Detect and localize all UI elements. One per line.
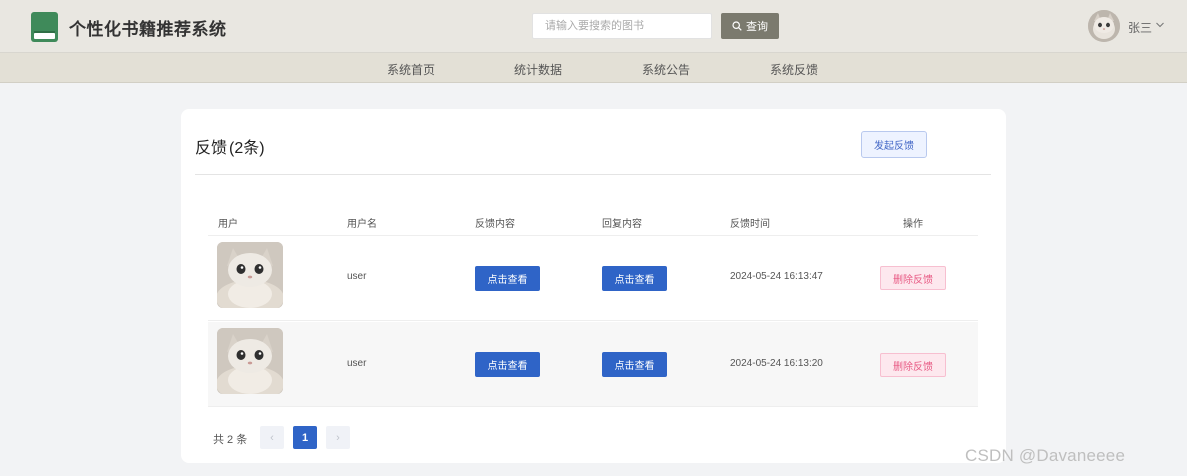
view-content-button[interactable]: 点击查看	[475, 266, 540, 291]
user-avatar[interactable]	[1088, 10, 1120, 42]
watermark: CSDN @Davaneeee	[965, 446, 1126, 465]
column-header-reply: 回复内容	[602, 219, 642, 230]
pagination-total: 共 2 条	[213, 434, 248, 446]
pagination-page-1[interactable]: 1	[293, 426, 317, 449]
new-feedback-button[interactable]: 发起反馈	[861, 131, 927, 158]
nav-item-announcements[interactable]: 系统公告	[642, 61, 690, 78]
feedback-count: (2条)	[229, 140, 265, 157]
username-cell: user	[347, 271, 367, 282]
search-button-label: 查询	[746, 21, 768, 33]
row-divider	[208, 320, 978, 321]
table-row: user 点击查看 点击查看 2024-05-24 16:13:47 删除反馈	[208, 236, 978, 321]
main-nav: 系统首页 统计数据 系统公告 系统反馈	[0, 53, 1187, 83]
column-header-user: 用户	[218, 219, 238, 230]
book-logo-icon	[31, 12, 58, 42]
chevron-down-icon[interactable]	[1155, 20, 1165, 30]
time-cell: 2024-05-24 16:13:20	[730, 358, 823, 369]
nav-item-statistics[interactable]: 统计数据	[514, 61, 562, 78]
user-avatar-image	[217, 242, 283, 308]
app-title: 个性化书籍推荐系统	[69, 20, 227, 39]
feedback-card: 反馈(2条) 发起反馈 用户 用户名 反馈内容 回复内容 反馈时间 操作 us	[181, 109, 1006, 463]
page-title-text: 反馈	[195, 140, 228, 157]
view-reply-button[interactable]: 点击查看	[602, 352, 667, 377]
column-header-content: 反馈内容	[475, 219, 515, 230]
delete-feedback-button[interactable]: 删除反馈	[880, 266, 946, 290]
pagination-next-button[interactable]: ›	[326, 426, 350, 449]
column-header-time: 反馈时间	[730, 219, 770, 230]
column-header-username: 用户名	[347, 219, 377, 230]
page-title: 反馈 (2条)	[195, 134, 265, 158]
view-reply-button[interactable]: 点击查看	[602, 266, 667, 291]
nav-item-home[interactable]: 系统首页	[387, 61, 435, 78]
time-cell: 2024-05-24 16:13:47	[730, 271, 823, 282]
user-avatar-image	[217, 328, 283, 394]
cat-avatar-image	[1088, 10, 1120, 42]
search-button[interactable]: 查询	[721, 13, 779, 39]
column-header-actions: 操作	[903, 219, 923, 230]
title-divider	[195, 174, 991, 175]
search-icon	[732, 21, 742, 31]
table-row: user 点击查看 点击查看 2024-05-24 16:13:20 删除反馈	[208, 322, 978, 407]
top-header: 个性化书籍推荐系统 查询 张三	[0, 0, 1187, 53]
username-cell: user	[347, 358, 367, 369]
user-name[interactable]: 张三	[1128, 19, 1152, 36]
view-content-button[interactable]: 点击查看	[475, 352, 540, 377]
pagination-prev-button[interactable]: ‹	[260, 426, 284, 449]
nav-item-feedback[interactable]: 系统反馈	[770, 61, 818, 78]
row-divider	[208, 406, 978, 407]
search-input[interactable]	[532, 13, 712, 39]
delete-feedback-button[interactable]: 删除反馈	[880, 353, 946, 377]
